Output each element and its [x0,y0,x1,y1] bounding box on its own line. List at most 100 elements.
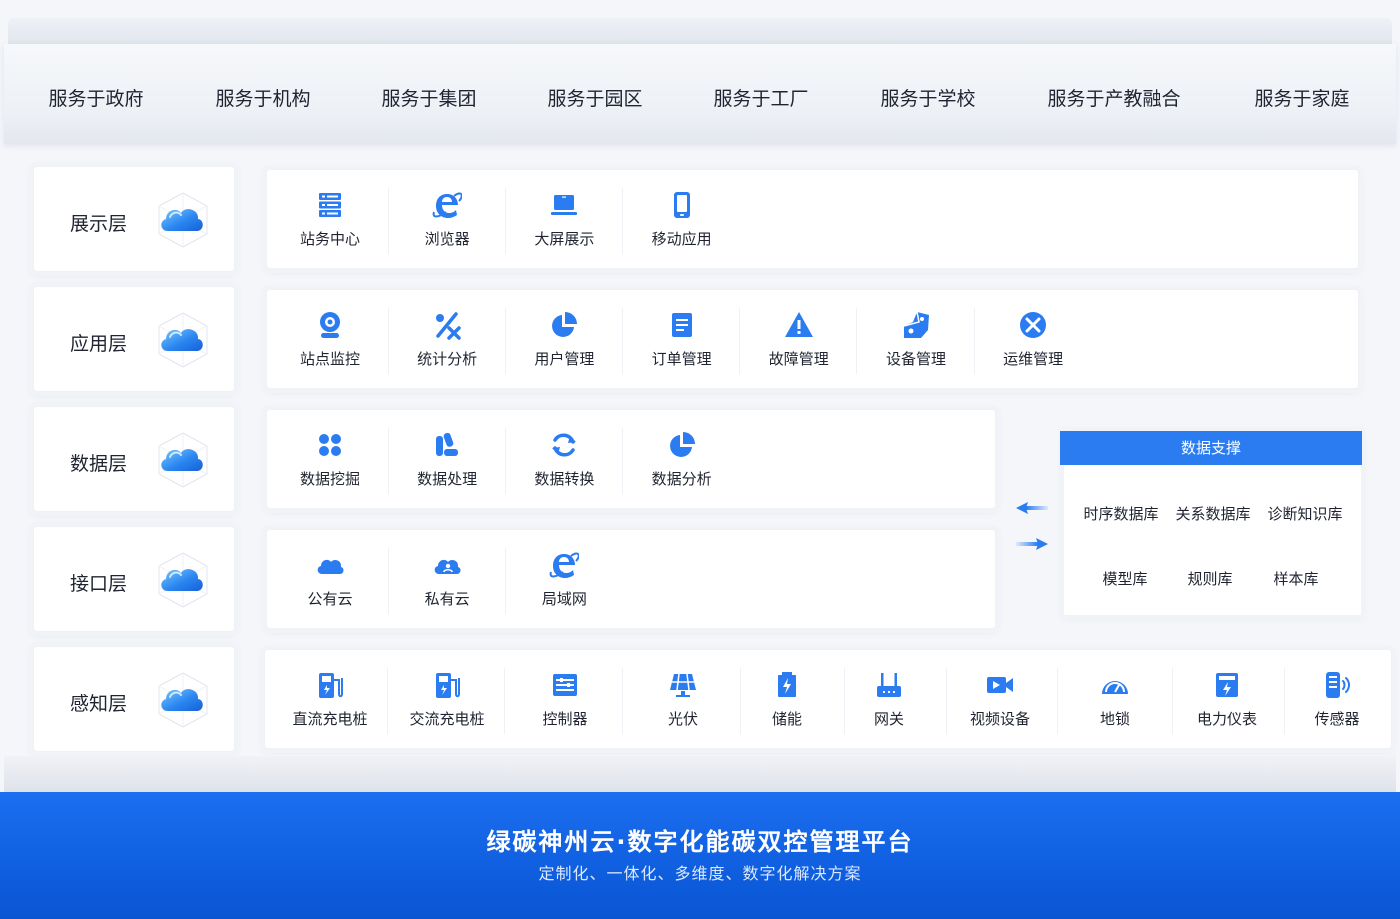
service-item: 服务于产教融合 [1047,88,1181,110]
layer-item[interactable]: 大屏展示 [506,170,623,268]
layer-item[interactable]: 直流充电桩 [272,650,388,748]
platform-footer: 绿碳神州云·数字化能碳双控管理平台 定制化、一体化、多维度、数字化解决方案 [0,792,1400,919]
data-support-item: 模型库 [1102,570,1148,588]
layer-item-label: 站务中心 [299,230,360,248]
item-divider [387,668,388,734]
layer-item[interactable]: 交流充电桩 [389,650,505,748]
grid-dots-icon [319,434,341,456]
layer-panel: 公有云 私有云 局域网 [266,529,996,629]
cloud-3d-icon [154,311,212,369]
layer-item[interactable]: 传感器 [1279,650,1395,748]
item-divider [622,668,623,734]
layer-item-label: 网关 [873,710,904,728]
tools-icon [1020,312,1047,338]
layer-item[interactable]: 网关 [831,650,947,748]
layer-item-label: 浏览器 [424,230,470,248]
gauge-icon [1102,681,1128,694]
layer-item[interactable]: 控制器 [507,650,623,748]
layer-label: 展示层 [33,166,235,272]
refresh-icon [552,433,577,457]
layer-item-label: 电力仪表 [1196,710,1257,728]
layer-label: 感知层 [33,646,235,752]
layer-panel: 直流充电桩 交流充电桩 控制器 光伏 储能 网关 视频设备 地锁 电力仪表 传感… [264,649,1392,749]
charger-icon [436,673,460,698]
data-support-item: 关系数据库 [1175,505,1251,523]
platform-title: 绿碳神州云·数字化能碳双控管理平台 [486,828,914,856]
battery-icon [778,672,796,697]
data-support-item: 规则库 [1187,570,1233,588]
sensor-icon [1326,672,1350,698]
layer-item-label: 公有云 [307,590,353,608]
layer-name: 展示层 [70,213,128,235]
layer-item[interactable]: 电力仪表 [1169,650,1285,748]
layer-item[interactable]: 局域网 [506,530,623,628]
layer-item-label: 局域网 [541,590,587,608]
layer-item[interactable]: 站点监控 [272,290,389,388]
layer-item-label: 统计分析 [417,350,478,368]
layer-panel: 数据挖掘 数据处理 数据转换 数据分析 [266,409,996,509]
layer-item-label: 地锁 [1099,710,1130,728]
layer-item[interactable]: 地锁 [1057,650,1173,748]
layer-item-label: 数据分析 [651,470,712,488]
layer-panel: 站务中心 浏览器 大屏展示 移动应用 [266,169,1359,269]
cloud-3d-icon [154,191,212,249]
layer-item-label: 大屏展示 [534,230,595,248]
arrow-right-icon [1016,538,1048,550]
cloud-3d-icon [154,671,212,729]
service-item: 服务于政府 [48,88,144,110]
data-support-item: 诊断知识库 [1267,505,1343,523]
layer-item[interactable]: 设备管理 [858,290,975,388]
pie-icon [552,312,578,337]
layer-item-label: 控制器 [542,710,588,728]
data-support-title: 数据支撑 [1060,431,1362,465]
layer-item-label: 数据挖掘 [299,470,360,488]
layer-name: 接口层 [70,573,128,595]
item-divider [504,668,505,734]
cloud-3d-icon [154,431,212,489]
layer-item[interactable]: 光伏 [625,650,741,748]
cloud-3d-icon [154,551,212,609]
service-item: 服务于机构 [215,88,311,110]
platform-subtitle: 定制化、一体化、多维度、数字化解决方案 [538,864,862,883]
phone-icon [673,192,690,218]
layer-item-label: 订单管理 [651,350,712,368]
layer-item[interactable]: 公有云 [272,530,389,628]
layer-item-label: 储能 [771,710,802,728]
server-icon [319,193,341,217]
browser-e-icon [550,552,580,578]
service-item: 服务于集团 [381,88,477,110]
layer-label: 接口层 [33,526,235,632]
layer-item[interactable]: 储能 [729,650,845,748]
private-cloud-icon [434,559,461,574]
layer-item-label: 设备管理 [885,350,946,368]
layer-item[interactable]: 用户管理 [506,290,623,388]
pie-icon [669,432,695,457]
layer-item-label: 光伏 [667,710,698,728]
percent-icon [436,312,461,340]
arrow-left-icon [1016,502,1048,514]
service-item: 服务于家庭 [1254,88,1350,110]
layer-item[interactable]: 视频设备 [942,650,1058,748]
layer-item[interactable]: 站务中心 [272,170,389,268]
layer-item[interactable]: 数据分析 [623,410,740,508]
webcam-icon [320,312,340,338]
controller-icon [553,674,577,696]
layer-item-label: 私有云 [424,590,470,608]
layer-item[interactable]: 数据处理 [389,410,506,508]
layer-item[interactable]: 浏览器 [389,170,506,268]
layer-item[interactable]: 数据挖掘 [272,410,389,508]
layer-item[interactable]: 订单管理 [623,290,741,388]
layer-item-label: 视频设备 [969,710,1030,728]
layer-item[interactable]: 私有云 [389,530,506,628]
layer-item-label: 站点监控 [299,350,360,368]
layer-item[interactable]: 故障管理 [740,290,858,388]
layer-item[interactable]: 统计分析 [389,290,506,388]
layer-item-label: 移动应用 [651,230,712,248]
layer-item[interactable]: 移动应用 [623,170,740,268]
layer-item[interactable]: 数据转换 [506,410,623,508]
service-item: 服务于学校 [880,88,976,110]
process-icon [436,432,459,456]
layer-label: 数据层 [33,406,235,512]
cloud-icon [317,559,344,574]
layer-item[interactable]: 运维管理 [975,290,1092,388]
